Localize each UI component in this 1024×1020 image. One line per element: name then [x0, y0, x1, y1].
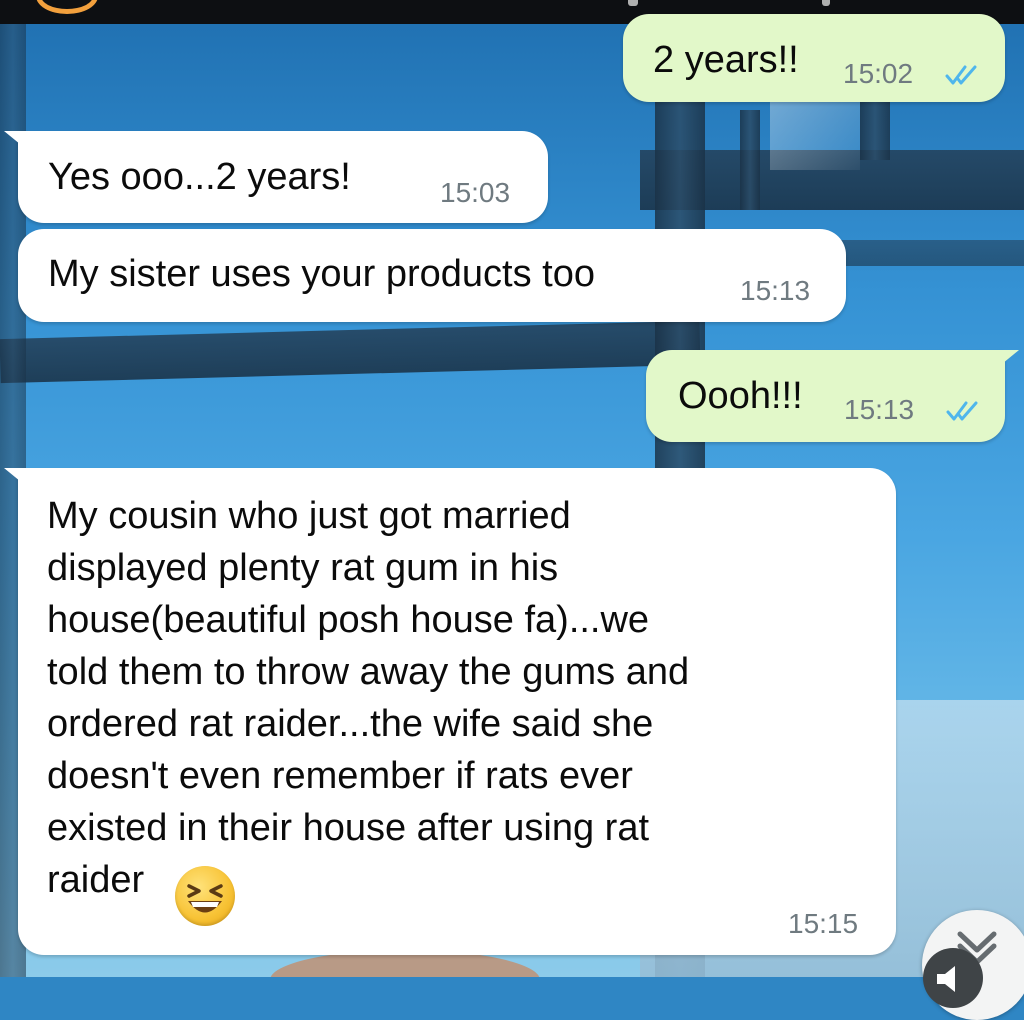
double-check-icon	[945, 65, 977, 85]
message-text: My sister uses your products too	[48, 253, 595, 295]
message-time: 15:03	[440, 177, 511, 208]
message-bubble-outgoing[interactable]: Oooh!!! 15:13	[646, 350, 1019, 442]
header-text-fragment	[628, 0, 638, 6]
bubble-tail	[4, 131, 26, 149]
message-time: 15:15	[788, 908, 859, 939]
grinning-squinting-face-icon	[175, 866, 235, 926]
message-text: Yes ooo...2 years!	[48, 156, 351, 198]
double-check-icon	[946, 401, 978, 421]
message-time: 15:02	[843, 58, 914, 89]
message-bubble-incoming[interactable]: My cousin who just got married displayed…	[4, 468, 896, 955]
speaker-icon[interactable]	[923, 948, 983, 1008]
header-text-fragment	[822, 0, 830, 6]
contact-avatar[interactable]	[36, 0, 98, 14]
message-bubble-incoming[interactable]: Yes ooo...2 years! 15:03	[4, 131, 548, 223]
message-bubble-incoming[interactable]: My sister uses your products too 15:13	[18, 229, 846, 322]
bubble-tail	[4, 468, 26, 486]
message-time: 15:13	[844, 394, 915, 425]
message-text: Oooh!!!	[678, 375, 803, 417]
message-time: 15:13	[740, 275, 811, 306]
bubble-tail	[997, 350, 1019, 368]
message-text: 2 years!!	[653, 39, 799, 81]
message-bubble-outgoing[interactable]: 2 years!! 15:02	[623, 14, 1005, 102]
message-text: My cousin who just got married displayed…	[47, 495, 690, 901]
